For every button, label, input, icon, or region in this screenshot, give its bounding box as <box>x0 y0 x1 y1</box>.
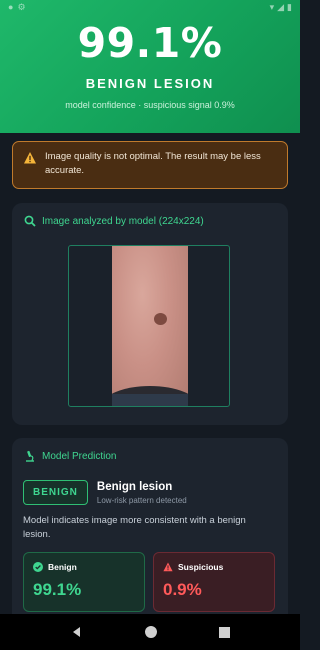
analyzed-image-card: Image analyzed by model (224x224) <box>12 203 288 425</box>
result-subtitle: model confidence · suspicious signal 0.9… <box>65 100 235 110</box>
signal-icon: ◢ <box>277 1 285 12</box>
card-title: Image analyzed by model (224x224) <box>42 215 204 227</box>
benign-value: 99.1% <box>33 580 82 599</box>
battery-icon: ▮ <box>287 1 292 12</box>
benign-metric: Benign 99.1% <box>23 552 145 612</box>
recents-icon[interactable] <box>218 626 230 638</box>
home-icon[interactable] <box>144 625 158 639</box>
suspicious-value: 0.9% <box>163 580 202 599</box>
card-title: Model Prediction <box>42 450 117 462</box>
photo-clothing <box>112 394 188 406</box>
prediction-description: Model indicates image more consistent wi… <box>23 515 246 540</box>
warning-text: Image quality is not optimal. The result… <box>45 151 261 176</box>
lesion-spot <box>154 313 167 325</box>
result-title: BENIGN LESION <box>85 76 215 91</box>
wifi-icon: ▾ <box>269 1 275 12</box>
card-header: Model Prediction <box>12 438 288 462</box>
status-bar: ● ⚙ ▾ ◢ ▮ <box>0 0 300 14</box>
result-header: ● ⚙ ▾ ◢ ▮ 99.1% BENIGN LESION model conf… <box>0 0 300 133</box>
analyzed-image[interactable] <box>68 245 230 407</box>
prediction-summary: BENIGN Benign lesion Low-risk pattern de… <box>23 480 187 505</box>
check-circle-icon <box>33 562 43 572</box>
system-nav-bar <box>0 614 300 650</box>
microscope-icon <box>26 450 34 462</box>
card-header: Image analyzed by model (224x224) <box>12 203 288 227</box>
back-icon[interactable] <box>71 626 83 638</box>
suspicious-label: Suspicious <box>178 562 224 572</box>
prediction-subtitle: Low-risk pattern detected <box>96 495 187 505</box>
suspicious-metric: Suspicious 0.9% <box>153 552 275 612</box>
prediction-badge: BENIGN <box>23 480 88 505</box>
search-icon <box>24 215 36 227</box>
warning-icon <box>24 152 36 164</box>
quality-warning: Image quality is not optimal. The result… <box>12 141 288 189</box>
skin-photo <box>112 246 188 406</box>
benign-label: Benign <box>48 562 77 572</box>
confidence-value: 99.1% <box>77 19 223 67</box>
alert-triangle-icon <box>163 562 173 572</box>
settings-icon: ⚙ <box>17 1 26 12</box>
prediction-title: Benign lesion <box>96 480 173 493</box>
status-dot-icon: ● <box>8 2 14 12</box>
prediction-card: Model Prediction BENIGN Benign lesion Lo… <box>12 438 288 628</box>
